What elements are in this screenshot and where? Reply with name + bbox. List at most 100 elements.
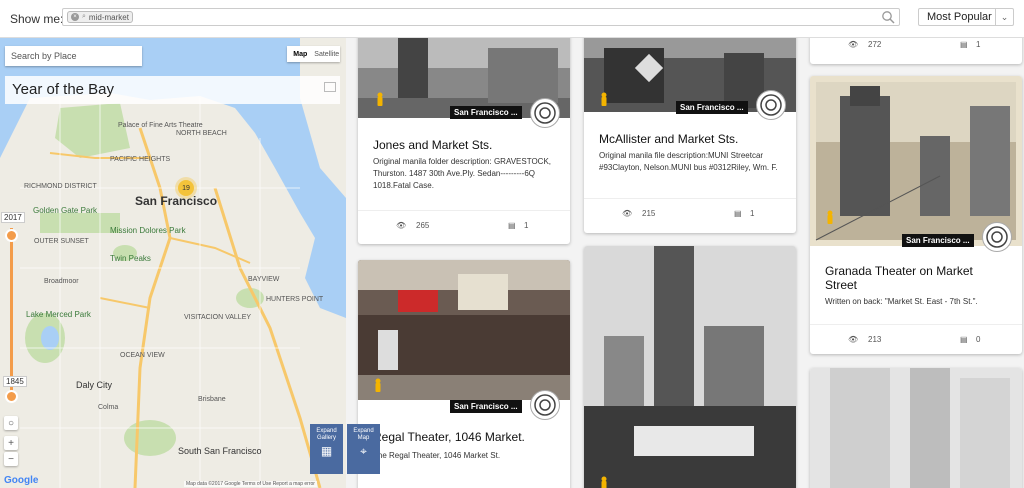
view-count: 215: [642, 209, 656, 218]
calisphere-logo-icon: [982, 222, 1012, 252]
card-description: The Regal Theater, 1046 Market St.: [373, 451, 501, 460]
map-label: Colma: [98, 404, 119, 411]
close-icon[interactable]: ×: [71, 13, 79, 21]
location-label: San Francisco ...: [676, 101, 748, 114]
card-title[interactable]: McAllister and Market Sts.: [599, 132, 738, 146]
year-bottom-label: 1845: [3, 376, 27, 387]
comment-icon[interactable]: ▤: [960, 335, 968, 344]
search-by-place-input[interactable]: Search by Place: [5, 46, 142, 66]
grid-icon: ▦: [320, 444, 333, 458]
year-top-label: 2017: [1, 212, 25, 223]
photo-card[interactable]: San Francisco ... Regal Theater, 1046 Ma…: [358, 260, 570, 488]
location-label: San Francisco ...: [450, 400, 522, 413]
search-icon: ⌕: [82, 13, 86, 20]
show-me-label: Show me:: [10, 12, 64, 26]
fullscreen-icon[interactable]: [324, 82, 336, 92]
calisphere-logo-icon: [530, 98, 560, 128]
map-label: Brisbane: [198, 396, 226, 403]
card-title[interactable]: Granada Theater on Market Street: [825, 264, 1005, 292]
photo-thumbnail[interactable]: [810, 368, 1022, 488]
eye-icon: 👁: [622, 209, 633, 218]
overlay-title-text: Year of the Bay: [12, 81, 115, 98]
sort-select[interactable]: Most Popular ⌄: [918, 8, 1014, 26]
year-slider-top-handle[interactable]: [5, 229, 18, 242]
search-icon[interactable]: [881, 10, 895, 24]
map-type-toggle[interactable]: Map Satellite: [287, 46, 340, 62]
zoom-out-button[interactable]: −: [4, 452, 18, 466]
pegman-icon[interactable]: [600, 92, 608, 106]
top-bar: Show me: × ⌕ mid-market Most Popular ⌄: [0, 0, 1024, 38]
expand-map-label: Expand Map: [353, 428, 374, 441]
eye-icon: 👁: [848, 40, 859, 49]
map-label: BAYVIEW: [248, 276, 280, 283]
map-copyright: Map data ©2017 Google Terms of Use Repor…: [184, 481, 317, 487]
map-label: South San Francisco: [178, 446, 262, 456]
comment-count: 0: [976, 335, 981, 344]
year-slider-bottom-handle[interactable]: [5, 390, 18, 403]
photo-card[interactable]: [810, 368, 1022, 488]
location-label: San Francisco ...: [450, 106, 522, 119]
card-description: Original manila file description:MUNI St…: [599, 151, 778, 172]
photo-thumbnail[interactable]: [584, 246, 796, 488]
map-label: Mission Dolores Park: [110, 226, 186, 235]
photo-card[interactable]: San Francisco ... Jones and Market Sts. …: [358, 38, 570, 244]
pegman-icon[interactable]: [374, 378, 382, 392]
calisphere-logo-icon: [756, 90, 786, 120]
photo-card[interactable]: San Francisco ... McAllister and Market …: [584, 38, 796, 233]
map-label: OUTER SUNSET: [34, 238, 89, 245]
map-label: HUNTERS POINT: [266, 296, 324, 303]
map-label: Lake Merced Park: [26, 310, 91, 319]
chevron-down-icon[interactable]: ⌄: [995, 9, 1013, 25]
year-slider-track[interactable]: [10, 228, 13, 398]
map-label: VISITACION VALLEY: [184, 314, 252, 321]
comment-icon[interactable]: ▤: [508, 221, 516, 230]
expand-gallery-label: Expand Gallery: [316, 428, 337, 441]
map-overlay-title: Year of the Bay: [5, 76, 340, 104]
map-panel[interactable]: Search by Place Map Satellite Year of th…: [0, 38, 346, 488]
card-stats: 👁 265 ▤ 1: [358, 210, 570, 240]
card-description: Written on back: "Market St. East - 7th …: [825, 297, 978, 306]
map-label: NORTH BEACH: [176, 130, 227, 137]
map-label: Broadmoor: [44, 278, 79, 285]
photo-card[interactable]: 👁 272 ▤ 1: [810, 38, 1022, 64]
location-label: San Francisco ...: [902, 234, 974, 247]
photo-thumbnail[interactable]: [810, 76, 1022, 246]
photo-gallery[interactable]: San Francisco ... Jones and Market Sts. …: [346, 38, 1024, 488]
pegman-icon[interactable]: [376, 92, 384, 106]
view-count: 265: [416, 221, 430, 230]
photo-cluster-marker[interactable]: 19: [178, 180, 194, 196]
comment-icon[interactable]: ▤: [960, 40, 968, 49]
comment-icon[interactable]: ▤: [734, 209, 742, 218]
expand-map-button[interactable]: Expand Map ⌖: [347, 424, 380, 474]
map-label: OCEAN VIEW: [120, 352, 165, 359]
eye-icon: 👁: [848, 335, 859, 344]
filter-tag[interactable]: × ⌕ mid-market: [67, 11, 133, 23]
sort-value: Most Popular: [927, 11, 992, 23]
filter-tag-label: mid-market: [88, 12, 129, 22]
google-logo: Google: [4, 475, 39, 486]
map-label: RICHMOND DISTRICT: [24, 183, 97, 190]
zoom-in-button[interactable]: +: [4, 436, 18, 450]
card-description: Original manila folder description: GRAV…: [373, 157, 551, 190]
card-stats: 👁 215 ▤ 1: [584, 198, 796, 228]
map-canvas[interactable]: [0, 38, 346, 488]
locate-icon[interactable]: ○: [4, 416, 18, 430]
photo-card[interactable]: [584, 246, 796, 488]
map-label: Daly City: [76, 380, 113, 390]
comment-count: 1: [750, 209, 755, 218]
card-stats: 👁 272 ▤ 1: [810, 38, 1022, 60]
pegman-icon[interactable]: [600, 476, 608, 488]
photo-card[interactable]: San Francisco ... Granada Theater on Mar…: [810, 76, 1022, 354]
map-type-satellite[interactable]: Satellite: [314, 46, 341, 62]
photo-thumbnail[interactable]: [358, 260, 570, 400]
map-label: Golden Gate Park: [33, 206, 98, 215]
expand-gallery-button[interactable]: Expand Gallery ▦: [310, 424, 343, 474]
map-type-map[interactable]: Map: [287, 46, 314, 62]
search-input[interactable]: × ⌕ mid-market: [62, 8, 900, 26]
pegman-icon[interactable]: [826, 210, 834, 224]
card-title[interactable]: Regal Theater, 1046 Market.: [373, 430, 525, 444]
city-label: San Francisco: [135, 194, 218, 208]
map-label: Twin Peaks: [110, 254, 151, 263]
map-label: PACIFIC HEIGHTS: [110, 156, 171, 163]
card-title[interactable]: Jones and Market Sts.: [373, 138, 492, 152]
